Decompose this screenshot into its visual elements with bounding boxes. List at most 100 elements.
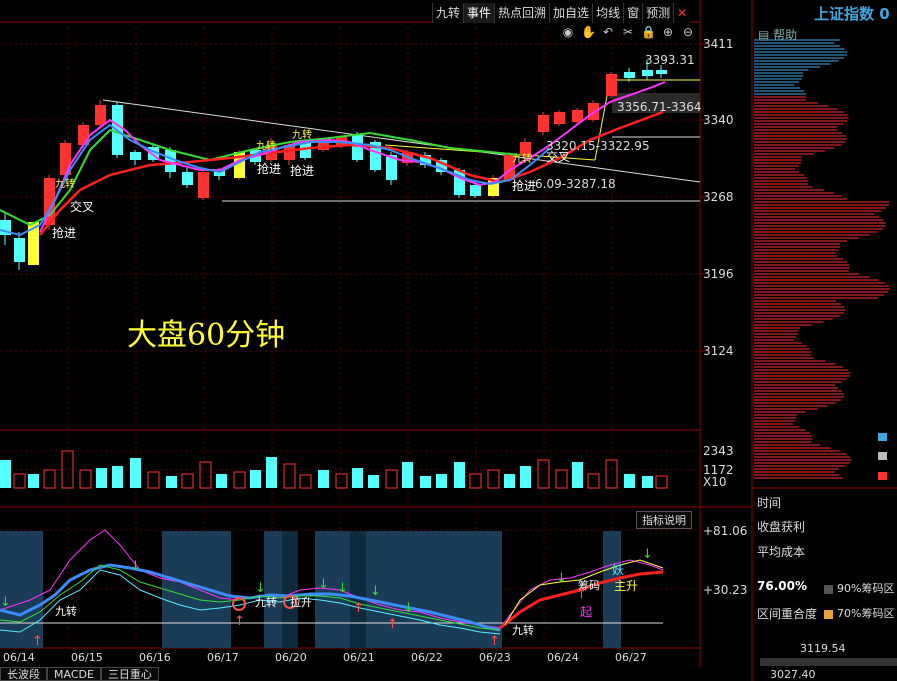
chip90-text: 90%筹码区: [837, 582, 895, 595]
chart-title: 大盘60分钟: [127, 318, 286, 353]
help-icon: ▤: [758, 28, 774, 42]
help-link[interactable]: ▤ 帮助: [758, 26, 797, 43]
toolbar-event[interactable]: 事件: [463, 3, 495, 23]
svg-text:↓: ↓: [403, 601, 414, 616]
average-cost-label: 平均成本: [757, 545, 806, 559]
volume-bar: [555, 469, 568, 489]
indicator-start-label: 起: [580, 605, 593, 619]
index-title: 上证指数 0: [814, 5, 890, 23]
indicator-help-button[interactable]: 指标说明: [636, 511, 692, 529]
candle-body: [606, 74, 617, 96]
drawing-tools: ◉ ✋ ↶ ✂ 🔒 ⊕ ⊖: [561, 25, 695, 39]
volume-bar: [655, 475, 668, 489]
chip70-legend: 70%筹码区: [824, 605, 894, 621]
toolbar-hotspot-review[interactable]: 热点回溯: [494, 3, 550, 23]
indicator-turn-label: 九转: [255, 596, 277, 609]
range-label: 3356.71-3364: [617, 100, 702, 114]
price-tick: 3196: [703, 267, 734, 281]
date-label: 06/14: [3, 651, 35, 664]
lock-icon[interactable]: 🔒: [641, 25, 656, 39]
volume-bar: [147, 471, 160, 489]
price-tick: 3411: [703, 37, 734, 51]
chip90-swatch: [824, 584, 833, 594]
candle-body: [95, 105, 106, 125]
candle-body: [624, 72, 635, 78]
tab-macde[interactable]: MACDE: [47, 667, 101, 681]
hand-icon[interactable]: ✋: [581, 25, 596, 39]
volume-bar: [112, 466, 123, 488]
svg-text:↑: ↑: [32, 634, 43, 649]
volume-bar: [335, 473, 348, 489]
high-price-label: 3393.31: [645, 53, 695, 67]
candle-body: [14, 238, 25, 262]
chart-toolbar: 九转 事件 热点回溯 加自选 均线 窗 预测 ✕: [432, 3, 691, 23]
candle-body: [538, 115, 549, 132]
nine-turn-label: 九转: [512, 154, 532, 165]
volume-bar: [520, 466, 531, 488]
scissors-icon[interactable]: ✂: [621, 25, 635, 39]
toolbar-add-watchlist[interactable]: 加自选: [549, 3, 593, 23]
buy-signal: 抢进: [290, 164, 315, 178]
svg-text:↓: ↓: [318, 577, 329, 592]
svg-text:↓: ↓: [130, 559, 141, 574]
buy-signal: 抢进: [52, 226, 77, 240]
volume-bar: [79, 469, 92, 489]
tab-three-day-center[interactable]: 三日重心: [100, 667, 159, 681]
zoom-out-icon[interactable]: ⊖: [681, 25, 695, 39]
candle-body: [656, 70, 667, 74]
zoom-in-icon[interactable]: ⊕: [661, 25, 675, 39]
overlap-label: 区间重合度: [757, 607, 818, 621]
indicator-turn-label: 九转: [512, 624, 534, 637]
chip90-legend: 90%筹码区: [824, 580, 894, 596]
volume-tick: 2343: [703, 444, 734, 458]
volume-bar: [420, 476, 431, 488]
range-label: 6.09-3287.18: [535, 177, 616, 191]
volume-bar: [454, 462, 465, 488]
volume-bar: [402, 462, 413, 488]
volume-bar: [624, 474, 635, 488]
indicator-tick: +30.23: [703, 583, 748, 597]
close-icon[interactable]: ✕: [673, 3, 691, 23]
volume-bar: [469, 473, 482, 489]
svg-text:↑: ↑: [387, 617, 398, 632]
toolbar-moving-average[interactable]: 均线: [592, 3, 624, 23]
volume-bar: [352, 468, 363, 488]
volume-bar: [0, 460, 11, 488]
chip70-text: 70%筹码区: [837, 607, 895, 620]
nine-turn-label: 九转: [292, 130, 312, 141]
profit-percent: 76.00%: [757, 579, 807, 593]
svg-text:↑: ↑: [489, 634, 500, 649]
volume-bar: [487, 469, 500, 489]
svg-text:↓: ↓: [370, 584, 381, 599]
toolbar-window[interactable]: 窗: [623, 3, 643, 23]
toolbar-forecast[interactable]: 预测: [642, 3, 674, 23]
price-tick: 3268: [703, 190, 734, 204]
buy-signal: 抢进: [257, 162, 282, 176]
svg-text:↑: ↑: [234, 614, 245, 629]
date-label: 06/23: [479, 651, 511, 664]
volume-bar: [130, 458, 141, 488]
volume-bars: [0, 450, 668, 489]
undo-icon[interactable]: ↶: [601, 25, 615, 39]
date-label: 06/16: [139, 651, 171, 664]
tab-long-wave[interactable]: 长波段: [0, 667, 47, 681]
toolbar-nine-turn[interactable]: 九转: [432, 3, 464, 23]
nine-turn-label: 九转: [256, 141, 276, 152]
candle-body: [198, 172, 209, 198]
volume-bar: [166, 476, 177, 488]
indicator-turn-label: 九转: [55, 605, 77, 618]
indicator-chip-label: 筹码: [578, 579, 600, 592]
volume-bar: [572, 462, 583, 488]
volume-bar: [216, 474, 227, 488]
buy-signal: 抢进: [512, 179, 537, 193]
volume-bar: [96, 468, 107, 488]
candle-body: [642, 70, 653, 76]
chip70-swatch: [824, 609, 833, 619]
volume-bar: [642, 476, 653, 488]
date-label: 06/22: [411, 651, 443, 664]
candle-body: [554, 112, 565, 124]
eye-icon[interactable]: ◉: [561, 25, 575, 39]
help-label: 帮助: [773, 28, 798, 42]
cross-label: 交叉: [70, 200, 95, 214]
volume-bar: [266, 457, 277, 488]
